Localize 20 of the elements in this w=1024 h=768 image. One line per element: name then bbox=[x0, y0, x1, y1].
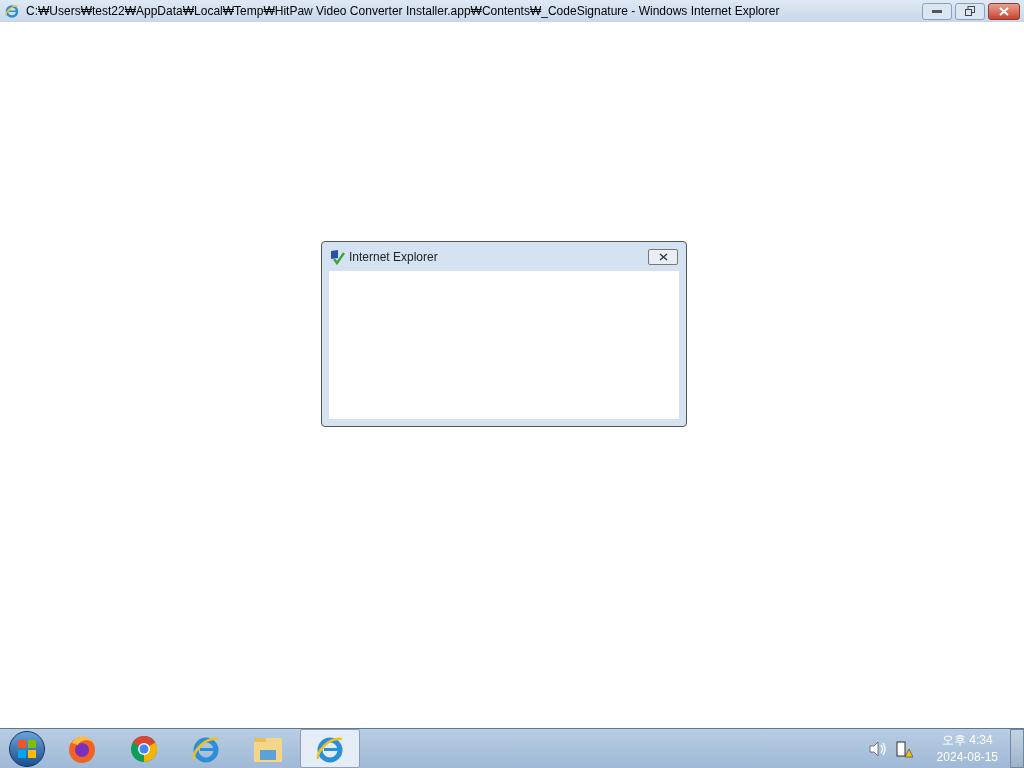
dialog-close-button[interactable] bbox=[648, 248, 678, 265]
taskbar-app-button[interactable] bbox=[300, 729, 360, 768]
shield-check-icon bbox=[329, 248, 345, 265]
window-title: C:₩Users₩test22₩AppData₩Local₩Temp₩HitPaw Video Converter Installer.app₩Contents₩_CodeSignature - Windows Internet Explorer bbox=[26, 3, 780, 20]
minimize-button[interactable] bbox=[922, 2, 952, 20]
clock-date[interactable]: 2024-08-15 bbox=[936, 748, 998, 766]
network-warning-icon bbox=[894, 739, 913, 758]
close-icon bbox=[658, 252, 668, 261]
windows-logo-icon bbox=[18, 739, 36, 758]
restore-icon bbox=[965, 6, 975, 16]
close-icon bbox=[999, 6, 1009, 16]
speaker-icon bbox=[868, 740, 887, 757]
restore-button[interactable] bbox=[955, 2, 985, 20]
clock-time[interactable]: 오후 4:34 bbox=[941, 731, 993, 749]
minimize-icon bbox=[932, 9, 942, 13]
start-button[interactable] bbox=[9, 730, 45, 767]
close-button[interactable] bbox=[988, 2, 1020, 20]
show-desktop-button[interactable] bbox=[1010, 729, 1024, 768]
dialog-title: Internet Explorer bbox=[349, 248, 438, 266]
browser-e-icon bbox=[4, 3, 20, 19]
